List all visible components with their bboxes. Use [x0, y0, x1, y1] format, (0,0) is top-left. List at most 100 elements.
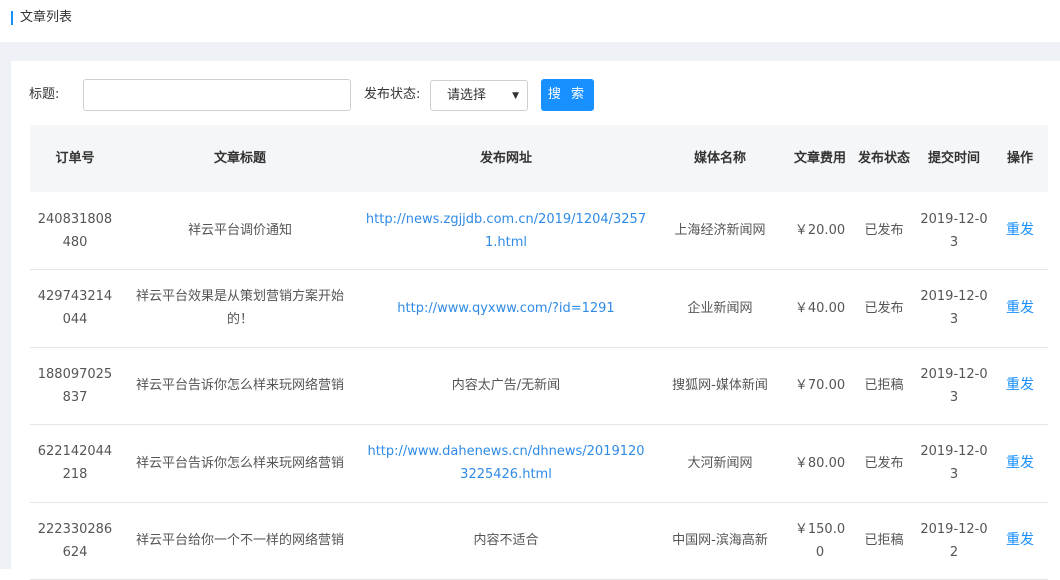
- status-select[interactable]: 请选择 ▼: [430, 80, 528, 111]
- fee-cell-text: ￥150.00: [794, 521, 846, 560]
- status-cell: 已发布: [852, 424, 916, 503]
- status-cell: 已发布: [852, 192, 916, 270]
- fee-cell: ￥80.00: [788, 424, 852, 503]
- header-col-order-no: 订单号: [30, 125, 120, 192]
- media-name-cell-text: 搜狐网-媒体新闻: [672, 378, 768, 394]
- resend-link-text[interactable]: 重发: [1006, 452, 1034, 475]
- status-cell-text: 已拒稿: [864, 533, 904, 549]
- order-no-cell-text: 429743214044: [37, 289, 113, 328]
- publish-url-cell[interactable]: http://www.dahenews.cn/dhnews/2019120322…: [360, 424, 652, 503]
- article-title-cell: 祥云平台调价通知: [120, 192, 360, 270]
- publish-url-cell-text: 内容不适合: [473, 533, 539, 549]
- header-col-title: 文章标题: [120, 125, 360, 192]
- publish-url-cell-text[interactable]: http://www.qyxww.com/?id=1291: [397, 297, 614, 320]
- header-divider: [0, 42, 1060, 61]
- fee-cell: ￥40.00: [788, 269, 852, 348]
- submit-date-cell: 2019-12-03: [916, 192, 992, 270]
- table-body: 240831808480 祥云平台调价通知 http://news.zgjjdb.c…: [30, 192, 1048, 580]
- order-no-cell-text: 188097025837: [37, 366, 113, 405]
- resend-link-text[interactable]: 重发: [1006, 374, 1034, 397]
- table-row: 222330286624 祥云平台给你一个不一样的网络营销 内容不适合 中国网-滨海高…: [30, 502, 1048, 580]
- publish-url-cell-text: 内容太广告/无新闻: [451, 378, 561, 394]
- resend-link[interactable]: 重发: [992, 269, 1048, 348]
- submit-date-cell: 2019-12-02: [916, 502, 992, 580]
- header-col-url: 发布网址: [360, 125, 652, 192]
- submit-date-cell: 2019-12-03: [916, 424, 992, 503]
- publish-url-cell-text[interactable]: http://www.dahenews.cn/dhnews/2019120322…: [364, 440, 648, 486]
- order-no-cell: 622142044218: [30, 424, 120, 503]
- table-row: 240831808480 祥云平台调价通知 http://news.zgjjdb.c…: [30, 192, 1048, 270]
- media-name-cell-text: 大河新闻网: [687, 455, 753, 471]
- status-select-value: 请选择: [447, 88, 487, 103]
- submit-date-cell-text: 2019-12-03: [920, 211, 988, 250]
- article-title-cell: 祥云平台给你一个不一样的网络营销: [120, 502, 360, 580]
- order-no-cell: 222330286624: [30, 502, 120, 580]
- header-col-status: 发布状态: [852, 125, 916, 192]
- title-label: 标题:: [29, 87, 60, 102]
- fee-cell: ￥20.00: [788, 192, 852, 270]
- media-name-cell: 大河新闻网: [652, 424, 788, 503]
- publish-url-cell-text[interactable]: http://news.zgjjdb.com.cn/2019/1204/3257…: [364, 208, 648, 254]
- search-button[interactable]: 搜 索: [541, 79, 594, 111]
- fee-cell-text: ￥80.00: [794, 455, 846, 471]
- article-title-cell-text: 祥云平台给你一个不一样的网络营销: [135, 533, 344, 549]
- media-name-cell: 中国网-滨海高新: [652, 502, 788, 580]
- order-no-cell-text: 622142044218: [37, 444, 113, 483]
- submit-date-cell-text: 2019-12-03: [920, 289, 988, 328]
- header-col-date: 提交时间: [916, 125, 992, 192]
- article-title-cell: 祥云平台效果是从策划营销方案开始的！: [120, 269, 360, 348]
- page-title: 文章列表: [20, 10, 73, 25]
- content-panel: 标题: 发布状态: 请选择 ▼ 搜 索 订单号 文章标题 发布网址 媒体名称 文章费用发…: [11, 61, 1060, 580]
- order-no-cell: 429743214044: [30, 269, 120, 348]
- title-input[interactable]: [83, 79, 351, 111]
- table-row: 622142044218 祥云平台告诉你怎么样来玩网络营销 http://www.d…: [30, 424, 1048, 503]
- resend-link[interactable]: 重发: [992, 424, 1048, 503]
- resend-link-text[interactable]: 重发: [1006, 297, 1034, 320]
- status-cell-text: 已发布: [864, 223, 904, 238]
- article-title-cell-text: 祥云平台告诉你怎么样来玩网络营销: [135, 378, 344, 394]
- media-name-cell: 企业新闻网: [652, 269, 788, 348]
- submit-date-cell-text: 2019-12-02: [920, 521, 988, 560]
- resend-link[interactable]: 重发: [992, 192, 1048, 270]
- left-gutter: [0, 61, 11, 569]
- media-name-cell-text: 企业新闻网: [687, 300, 753, 316]
- article-title-cell: 祥云平台告诉你怎么样来玩网络营销: [120, 424, 360, 503]
- article-table: 订单号 文章标题 发布网址 媒体名称 文章费用 发布状态 提交时间 操作 2408318084…: [30, 125, 1048, 580]
- status-cell-text: 已拒稿: [864, 378, 904, 394]
- media-name-cell: 搜狐网-媒体新闻: [652, 347, 788, 425]
- order-no-cell: 240831808480: [30, 192, 120, 270]
- status-label: 发布状态:: [364, 87, 421, 102]
- header-col-fee: 文章费用: [788, 125, 852, 192]
- title-accent-bar: [11, 11, 13, 25]
- fee-cell: ￥150.00: [788, 502, 852, 580]
- header-col-action: 操作: [992, 125, 1048, 192]
- resend-link[interactable]: 重发: [992, 347, 1048, 425]
- publish-url-cell[interactable]: http://www.qyxww.com/?id=1291: [360, 269, 652, 348]
- caret-down-icon: ▼: [512, 91, 519, 101]
- resend-link[interactable]: 重发: [992, 502, 1048, 580]
- media-name-cell-text: 上海经济新闻网: [674, 223, 766, 238]
- fee-cell: ￥70.00: [788, 347, 852, 425]
- submit-date-cell: 2019-12-03: [916, 269, 992, 348]
- submit-date-cell-text: 2019-12-03: [920, 444, 988, 483]
- order-no-cell-text: 240831808480: [37, 211, 113, 250]
- status-cell: 已拒稿: [852, 347, 916, 425]
- fee-cell-text: ￥40.00: [794, 300, 846, 316]
- submit-date-cell-text: 2019-12-03: [920, 366, 988, 405]
- status-cell-text: 已发布: [864, 300, 904, 316]
- article-title-cell: 祥云平台告诉你怎么样来玩网络营销: [120, 347, 360, 425]
- table-header-row: 订单号 文章标题 发布网址 媒体名称 文章费用 发布状态 提交时间 操作: [30, 125, 1048, 192]
- status-cell: 已发布: [852, 269, 916, 348]
- resend-link-text[interactable]: 重发: [1006, 529, 1034, 552]
- publish-url-cell[interactable]: http://news.zgjjdb.com.cn/2019/1204/3257…: [360, 192, 652, 270]
- article-title-cell-text: 祥云平台效果是从策划营销方案开始的！: [135, 289, 344, 328]
- status-cell: 已拒稿: [852, 502, 916, 580]
- media-name-cell: 上海经济新闻网: [652, 192, 788, 270]
- submit-date-cell: 2019-12-03: [916, 347, 992, 425]
- header-col-media: 媒体名称: [652, 125, 788, 192]
- status-cell-text: 已发布: [864, 455, 904, 471]
- article-title-cell-text: 祥云平台告诉你怎么样来玩网络营销: [135, 455, 344, 471]
- search-form: 标题: 发布状态: 请选择 ▼ 搜 索: [11, 79, 1060, 111]
- table-row: 188097025837 祥云平台告诉你怎么样来玩网络营销 内容太广告/无新闻 搜狐网…: [30, 347, 1048, 425]
- resend-link-text[interactable]: 重发: [1006, 219, 1034, 242]
